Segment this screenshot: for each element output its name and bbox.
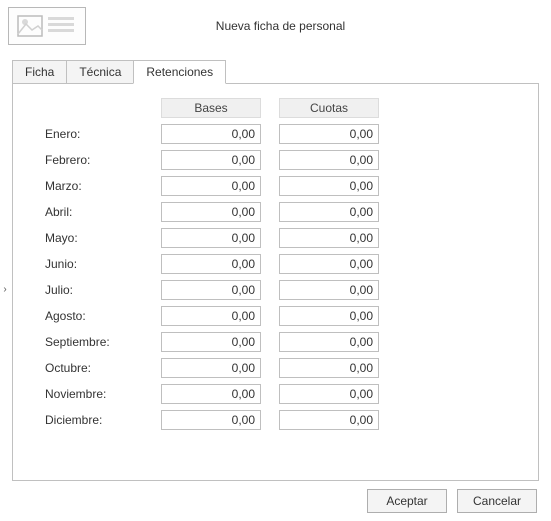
row-label: Mayo:: [43, 231, 143, 245]
expand-handle-icon[interactable]: ›: [0, 280, 10, 298]
cuotas-input[interactable]: [279, 228, 379, 248]
cuotas-input[interactable]: [279, 384, 379, 404]
row-label: Febrero:: [43, 153, 143, 167]
accept-button[interactable]: Aceptar: [367, 489, 447, 513]
bases-input[interactable]: [161, 176, 261, 196]
bases-input[interactable]: [161, 306, 261, 326]
bases-input[interactable]: [161, 384, 261, 404]
bases-input[interactable]: [161, 358, 261, 378]
row-label: Abril:: [43, 205, 143, 219]
column-header-bases: Bases: [161, 98, 261, 118]
cuotas-input[interactable]: [279, 332, 379, 352]
tab-panel-retenciones: Bases Cuotas Enero: Febrero: Marzo: Abril: May…: [12, 83, 539, 481]
column-header-cuotas: Cuotas: [279, 98, 379, 118]
bases-input[interactable]: [161, 228, 261, 248]
row-label: Enero:: [43, 127, 143, 141]
cancel-button[interactable]: Cancelar: [457, 489, 537, 513]
bases-input[interactable]: [161, 332, 261, 352]
dialog-footer: Aceptar Cancelar: [367, 489, 537, 513]
row-label: Diciembre:: [43, 413, 143, 427]
dialog-title: Nueva ficha de personal: [98, 19, 543, 33]
row-label: Octubre:: [43, 361, 143, 375]
tab-tecnica[interactable]: Técnica: [66, 60, 134, 83]
cuotas-input[interactable]: [279, 280, 379, 300]
bases-input[interactable]: [161, 202, 261, 222]
cuotas-input[interactable]: [279, 176, 379, 196]
row-label: Agosto:: [43, 309, 143, 323]
personnel-card-icon: [8, 7, 86, 45]
tab-ficha[interactable]: Ficha: [12, 60, 67, 83]
row-label: Noviembre:: [43, 387, 143, 401]
cuotas-input[interactable]: [279, 150, 379, 170]
column-header-spacer: [43, 98, 143, 118]
cuotas-input[interactable]: [279, 124, 379, 144]
dialog-header: Nueva ficha de personal: [0, 0, 551, 48]
cuotas-input[interactable]: [279, 410, 379, 430]
row-label: Julio:: [43, 283, 143, 297]
bases-input[interactable]: [161, 124, 261, 144]
bases-input[interactable]: [161, 150, 261, 170]
bases-input[interactable]: [161, 410, 261, 430]
tab-retenciones[interactable]: Retenciones: [133, 60, 226, 84]
row-label: Junio:: [43, 257, 143, 271]
cuotas-input[interactable]: [279, 254, 379, 274]
cuotas-input[interactable]: [279, 202, 379, 222]
cuotas-input[interactable]: [279, 358, 379, 378]
cuotas-input[interactable]: [279, 306, 379, 326]
tab-bar: Ficha Técnica Retenciones: [12, 60, 551, 83]
bases-input[interactable]: [161, 280, 261, 300]
row-label: Marzo:: [43, 179, 143, 193]
row-label: Septiembre:: [43, 335, 143, 349]
bases-input[interactable]: [161, 254, 261, 274]
